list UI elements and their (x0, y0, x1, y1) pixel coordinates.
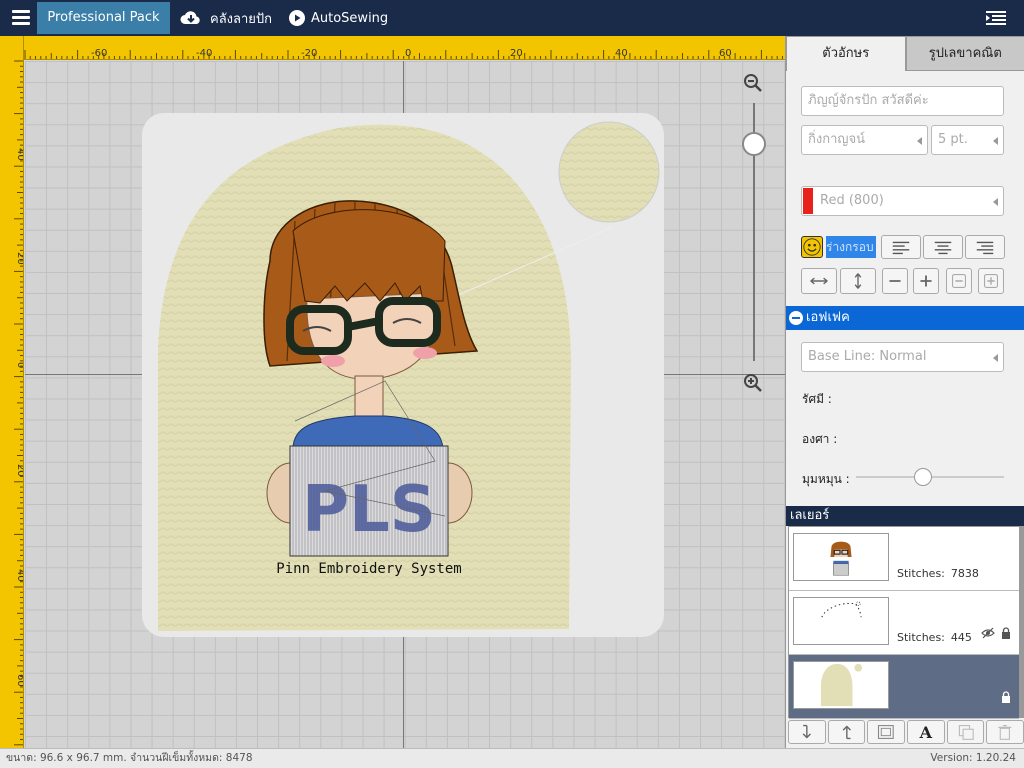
effect-section-title: เอฟเฟค (806, 310, 850, 325)
trash-icon[interactable] (986, 720, 1024, 744)
layer-toolbar: A (788, 720, 1024, 746)
align-right-icon[interactable] (965, 235, 1005, 259)
ruler-label: 40 (615, 48, 628, 59)
ruler-label: 20 (15, 252, 24, 265)
version-label: Version: 1.20.24 (930, 752, 1016, 764)
collapse-icon[interactable] (789, 311, 803, 325)
lock-icon[interactable] (1001, 691, 1011, 703)
layers-list: Stitches: 7838 Stitches: 445 (788, 526, 1020, 719)
stitch-count-label: Stitches: (897, 631, 945, 644)
autosewing-button[interactable]: AutoSewing (289, 8, 388, 28)
rotate-label: มุมหมุน : (802, 472, 850, 486)
chevron-left-icon (917, 137, 922, 145)
move-up-icon[interactable] (827, 720, 866, 744)
stitch-count: Stitches: 7838 (897, 567, 979, 580)
align-left-icon[interactable] (881, 235, 921, 259)
ruler-label: -60 (91, 48, 107, 59)
list-menu-icon[interactable] (986, 10, 1006, 26)
thread-color-value: Red (800) (820, 193, 884, 208)
text-input[interactable]: ภิญญ์จักรปัก สวัสดีค่ะ (801, 86, 1004, 116)
shrink-spacing-icon[interactable] (946, 268, 972, 294)
layer-item-selected[interactable] (789, 655, 1019, 719)
layers-scrollbar[interactable] (1020, 526, 1024, 718)
status-bar: ขนาด: 96.6 x 96.7 mm. จำนวนฝีเข็มทั้งหมด… (0, 748, 1024, 768)
font-select-value: กิ่งกาญจน์ (808, 132, 865, 147)
design-canvas[interactable]: PLS Pinn Embroidery System (25, 61, 785, 748)
font-size-value: 5 pt. (938, 132, 968, 147)
smiley-icon[interactable] (801, 236, 823, 258)
expand-spacing-icon[interactable] (978, 268, 1004, 294)
horizontal-ruler-ticks: -60 -40 -20 0 20 40 60 (24, 48, 783, 59)
stitch-count-value: 7838 (950, 567, 979, 580)
design-caption: Pinn Embroidery System (276, 561, 461, 577)
layers-header: เลเยอร์ (786, 506, 1024, 526)
tab-text[interactable]: ตัวอักษร (786, 36, 906, 71)
layer-thumbnail (793, 661, 889, 709)
increase-icon[interactable] (913, 268, 939, 294)
autosewing-label: AutoSewing (311, 10, 389, 26)
tab-shapes[interactable]: รูปเลขาคณิต (905, 36, 1024, 71)
stitch-count-label: Stitches: (897, 567, 945, 580)
top-bar: Professional Pack คลังลายปัก AutoSewing (0, 0, 1024, 36)
degree-label: องศา : (802, 432, 838, 446)
layer-item[interactable]: Stitches: 445 (789, 591, 1019, 655)
ruler-label: -40 (196, 48, 212, 59)
ruler-label: 40 (15, 569, 24, 582)
chevron-left-icon (993, 354, 998, 362)
properties-panel: ตัวอักษร รูปเลขาคณิต ภิญญ์จักรปัก สวัสดี… (785, 36, 1024, 748)
design-library-button[interactable]: คลังลายปัก (180, 8, 272, 28)
font-select[interactable]: กิ่งกาญจน์ (801, 125, 928, 155)
horizontal-ruler: -60 -40 -20 0 20 40 60 (0, 36, 785, 60)
vertical-ruler: 40 20 0 20 40 60 (0, 36, 24, 748)
stretch-vertical-icon[interactable] (840, 268, 876, 294)
stitch-count: Stitches: 445 (897, 631, 972, 644)
stitch-count-value: 445 (950, 631, 972, 644)
chevron-left-icon (993, 198, 998, 206)
duplicate-icon[interactable] (946, 720, 985, 744)
chevron-left-icon (993, 137, 998, 145)
radius-label: รัศมี : (802, 392, 832, 406)
move-down-icon[interactable] (788, 720, 826, 744)
ruler-label: 60 (719, 48, 732, 59)
layer-thumbnail (793, 597, 889, 645)
decrease-icon[interactable] (882, 268, 908, 294)
frame-shape-button[interactable]: ร่างกรอบ (826, 236, 876, 258)
stretch-horizontal-icon[interactable] (801, 268, 837, 294)
embroidery-design[interactable]: PLS Pinn Embroidery System (25, 61, 785, 748)
rotate-slider-thumb[interactable] (913, 468, 932, 486)
vertical-ruler-ticks: 40 20 0 20 40 60 (14, 60, 24, 746)
ruler-label: 0 (405, 48, 411, 59)
effect-section-header[interactable]: เอฟเฟค (786, 306, 1024, 330)
thread-color-select[interactable]: Red (800) (801, 186, 1004, 216)
ruler-label: 20 (510, 48, 523, 59)
design-library-label: คลังลายปัก (210, 11, 273, 27)
font-size-select[interactable]: 5 pt. (931, 125, 1004, 155)
menu-icon[interactable] (12, 10, 30, 25)
professional-pack-button[interactable]: Professional Pack (37, 2, 170, 34)
zoom-in-icon[interactable] (743, 373, 763, 393)
play-circle-icon (289, 10, 305, 26)
group-frame-icon[interactable] (867, 720, 906, 744)
hidden-eye-icon[interactable] (981, 627, 995, 639)
lock-icon[interactable] (1001, 627, 1011, 639)
ruler-label: 60 (15, 674, 24, 687)
color-swatch (803, 188, 813, 214)
cloud-download-icon (180, 11, 200, 24)
align-center-icon[interactable] (923, 235, 963, 259)
ruler-label: -20 (301, 48, 317, 59)
ruler-label: 0 (15, 362, 24, 368)
layer-thumbnail (793, 533, 889, 581)
layer-item[interactable]: Stitches: 7838 (789, 527, 1019, 591)
baseline-select[interactable]: Base Line: Normal (801, 342, 1004, 372)
panel-tabs: ตัวอักษร รูปเลขาคณิต (786, 36, 1024, 71)
text-tool-icon[interactable]: A (907, 720, 945, 744)
ruler-label: 20 (15, 464, 24, 477)
fabric-zoom-preview (558, 121, 660, 223)
zoom-slider-thumb[interactable] (742, 132, 766, 156)
zoom-out-icon[interactable] (743, 73, 763, 93)
ruler-label: 40 (15, 148, 24, 161)
baseline-value: Base Line: Normal (808, 349, 927, 364)
design-size-status: ขนาด: 96.6 x 96.7 mm. จำนวนฝีเข็มทั้งหมด… (6, 752, 253, 764)
